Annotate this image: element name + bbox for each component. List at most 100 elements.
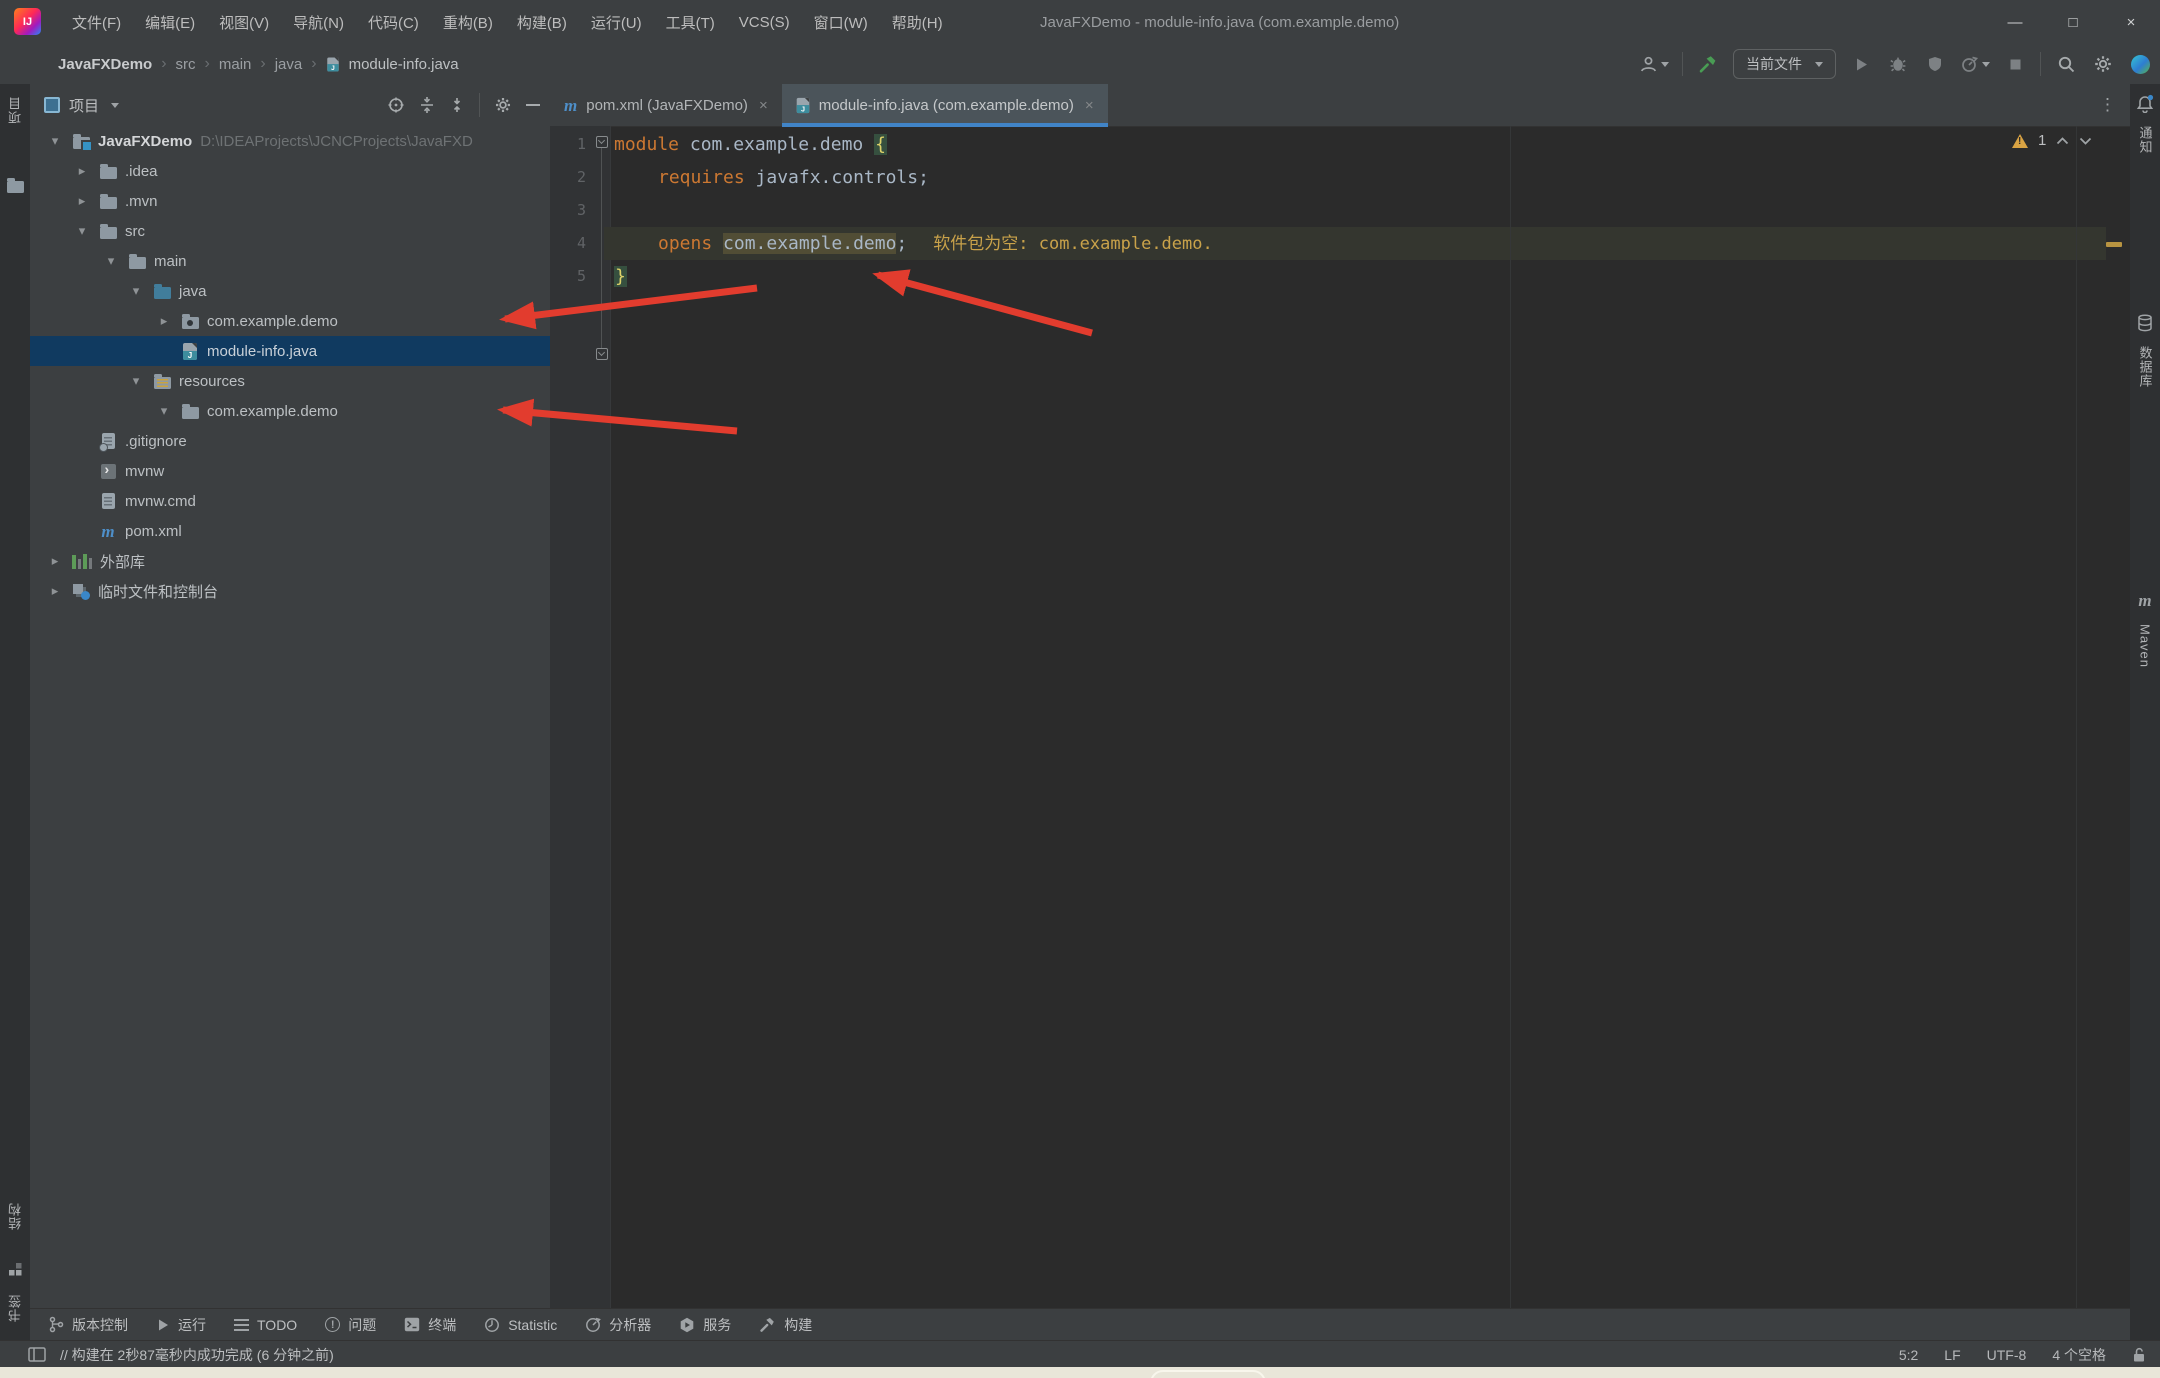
menu-navigate[interactable]: 导航(N) bbox=[283, 8, 354, 37]
editor-area[interactable]: m pom.xml (JavaFXDemo) × module-info.jav… bbox=[550, 84, 2130, 1308]
locate-file-icon[interactable] bbox=[387, 96, 405, 114]
chevron-right-icon[interactable]: ▸ bbox=[155, 313, 173, 329]
maximize-button[interactable]: □ bbox=[2044, 0, 2102, 44]
chevron-right-icon[interactable]: ▸ bbox=[46, 583, 64, 599]
chevron-down-icon[interactable]: ▾ bbox=[102, 253, 120, 269]
run-configuration-select[interactable]: 当前文件 bbox=[1733, 49, 1836, 79]
breadcrumb-file[interactable]: module-info.java bbox=[349, 56, 459, 73]
tool-window-button-version-control[interactable]: 版本控制 bbox=[48, 1315, 128, 1335]
tool-window-button-project[interactable]: 项目 bbox=[0, 96, 30, 124]
close-icon[interactable]: × bbox=[1085, 97, 1094, 114]
tool-window-button-bookmarks[interactable]: 书签 bbox=[0, 1294, 30, 1322]
database-icon[interactable] bbox=[2130, 314, 2160, 332]
tool-window-button-terminal[interactable]: 终端 bbox=[404, 1315, 456, 1335]
tree-item-module-info[interactable]: module-info.java bbox=[30, 336, 550, 366]
collapse-all-icon[interactable] bbox=[449, 96, 465, 114]
menu-window[interactable]: 窗口(W) bbox=[804, 8, 878, 37]
expand-all-icon[interactable] bbox=[419, 96, 435, 114]
user-account-button[interactable] bbox=[1639, 50, 1669, 78]
search-everywhere-button[interactable] bbox=[2054, 50, 2078, 78]
tool-window-button-todo[interactable]: TODO bbox=[234, 1317, 297, 1333]
gear-icon[interactable] bbox=[494, 96, 512, 114]
coverage-button[interactable] bbox=[1923, 50, 1947, 78]
tool-window-button-maven[interactable]: Maven bbox=[2130, 624, 2160, 668]
breadcrumb-src[interactable]: src bbox=[176, 56, 196, 73]
chevron-down-icon[interactable] bbox=[2079, 137, 2092, 145]
menu-build[interactable]: 构建(B) bbox=[507, 8, 577, 37]
file-encoding[interactable]: UTF-8 bbox=[1987, 1347, 2027, 1363]
tree-item-resources[interactable]: ▾ resources bbox=[30, 366, 550, 396]
tree-item-main[interactable]: ▾ main bbox=[30, 246, 550, 276]
warning-stripe-mark[interactable] bbox=[2106, 242, 2122, 247]
tree-item-src[interactable]: ▾ src bbox=[30, 216, 550, 246]
tool-window-button-notifications[interactable]: 通知 bbox=[2130, 126, 2160, 154]
chevron-down-icon[interactable]: ▾ bbox=[127, 373, 145, 389]
menu-file[interactable]: 文件(F) bbox=[62, 8, 131, 37]
close-button[interactable]: × bbox=[2102, 0, 2160, 44]
menu-refactor[interactable]: 重构(B) bbox=[433, 8, 503, 37]
breadcrumb-project[interactable]: JavaFXDemo bbox=[58, 56, 152, 73]
menu-tools[interactable]: 工具(T) bbox=[656, 8, 725, 37]
menu-edit[interactable]: 编辑(E) bbox=[135, 8, 205, 37]
chevron-down-icon[interactable]: ▾ bbox=[73, 223, 91, 239]
unlock-icon[interactable] bbox=[2132, 1347, 2146, 1363]
chevron-down-icon[interactable]: ▾ bbox=[46, 133, 64, 149]
tab-module-info[interactable]: module-info.java (com.example.demo) × bbox=[782, 84, 1108, 126]
tab-pom-xml[interactable]: m pom.xml (JavaFXDemo) × bbox=[550, 84, 782, 126]
status-message[interactable]: // 构建在 2秒87毫秒内成功完成 (6 分钟之前) bbox=[60, 1341, 334, 1368]
minimize-button[interactable]: — bbox=[1986, 0, 2044, 44]
notifications-icon[interactable] bbox=[2130, 94, 2160, 113]
menu-view[interactable]: 视图(V) bbox=[209, 8, 279, 37]
tree-item-pom[interactable]: m pom.xml bbox=[30, 516, 550, 546]
chevron-up-icon[interactable] bbox=[2056, 137, 2069, 145]
ide-assistant-button[interactable] bbox=[2128, 50, 2152, 78]
tree-item-java[interactable]: ▾ java bbox=[30, 276, 550, 306]
tool-window-button-services[interactable]: 服务 bbox=[679, 1315, 731, 1335]
profiler-button[interactable] bbox=[1960, 50, 1990, 78]
close-icon[interactable]: × bbox=[759, 97, 768, 114]
indent-size[interactable]: 4 个空格 bbox=[2052, 1345, 2106, 1365]
tool-window-button-problems[interactable]: ! 问题 bbox=[325, 1315, 376, 1335]
tree-item-mvnw[interactable]: mvnw bbox=[30, 456, 550, 486]
tool-window-button-statistic[interactable]: Statistic bbox=[484, 1317, 557, 1333]
stop-button[interactable] bbox=[2003, 50, 2027, 78]
tool-window-button-run[interactable]: 运行 bbox=[156, 1315, 206, 1335]
tree-item-package-resources[interactable]: ▾ com.example.demo bbox=[30, 396, 550, 426]
structure-icon[interactable] bbox=[0, 1262, 30, 1277]
chevron-down-icon[interactable]: ▾ bbox=[155, 403, 173, 419]
build-hammer-button[interactable] bbox=[1696, 50, 1720, 78]
settings-button[interactable] bbox=[2091, 50, 2115, 78]
maven-icon[interactable]: m bbox=[2130, 592, 2160, 609]
menu-vcs[interactable]: VCS(S) bbox=[729, 10, 800, 35]
chevron-down-icon[interactable] bbox=[111, 103, 119, 108]
tree-item-gitignore[interactable]: .gitignore bbox=[30, 426, 550, 456]
menu-help[interactable]: 帮助(H) bbox=[882, 8, 953, 37]
tree-item-scratches[interactable]: ▸ 临时文件和控制台 bbox=[30, 576, 550, 606]
tree-item-mvnw-cmd[interactable]: mvnw.cmd bbox=[30, 486, 550, 516]
tool-window-button-folder[interactable] bbox=[0, 178, 30, 193]
breadcrumb-main[interactable]: main bbox=[219, 56, 252, 73]
chevron-down-icon[interactable]: ▾ bbox=[127, 283, 145, 299]
tool-window-button-build[interactable]: 构建 bbox=[759, 1315, 812, 1335]
run-button[interactable] bbox=[1849, 50, 1873, 78]
chevron-right-icon[interactable]: ▸ bbox=[46, 553, 64, 569]
tab-options-icon[interactable]: ⋮ bbox=[2099, 84, 2116, 126]
breadcrumb-java[interactable]: java bbox=[275, 56, 303, 73]
tool-window-button-structure[interactable]: 结构 bbox=[0, 1202, 30, 1230]
chevron-right-icon[interactable]: ▸ bbox=[73, 163, 91, 179]
inspections-widget[interactable]: 1 bbox=[2012, 132, 2092, 149]
layout-icon[interactable] bbox=[28, 1347, 46, 1362]
tree-item-external-libraries[interactable]: ▸ 外部库 bbox=[30, 546, 550, 576]
debug-button[interactable] bbox=[1886, 50, 1910, 78]
caret-position[interactable]: 5:2 bbox=[1899, 1347, 1918, 1363]
tool-window-button-database[interactable]: 数据库 bbox=[2130, 346, 2160, 388]
hide-panel-icon[interactable] bbox=[526, 103, 540, 107]
fold-marker[interactable] bbox=[596, 136, 608, 148]
project-panel-title[interactable]: 项目 bbox=[69, 95, 99, 116]
tool-window-button-profiler[interactable]: 分析器 bbox=[585, 1315, 651, 1335]
fold-marker[interactable] bbox=[596, 348, 608, 360]
tree-item-project-root[interactable]: ▾ JavaFXDemo D:\IDEAProjects\JCNCProject… bbox=[30, 126, 550, 156]
line-separator[interactable]: LF bbox=[1944, 1347, 1960, 1363]
tree-item-mvn[interactable]: ▸ .mvn bbox=[30, 186, 550, 216]
tree-item-package-java[interactable]: ▸ com.example.demo bbox=[30, 306, 550, 336]
